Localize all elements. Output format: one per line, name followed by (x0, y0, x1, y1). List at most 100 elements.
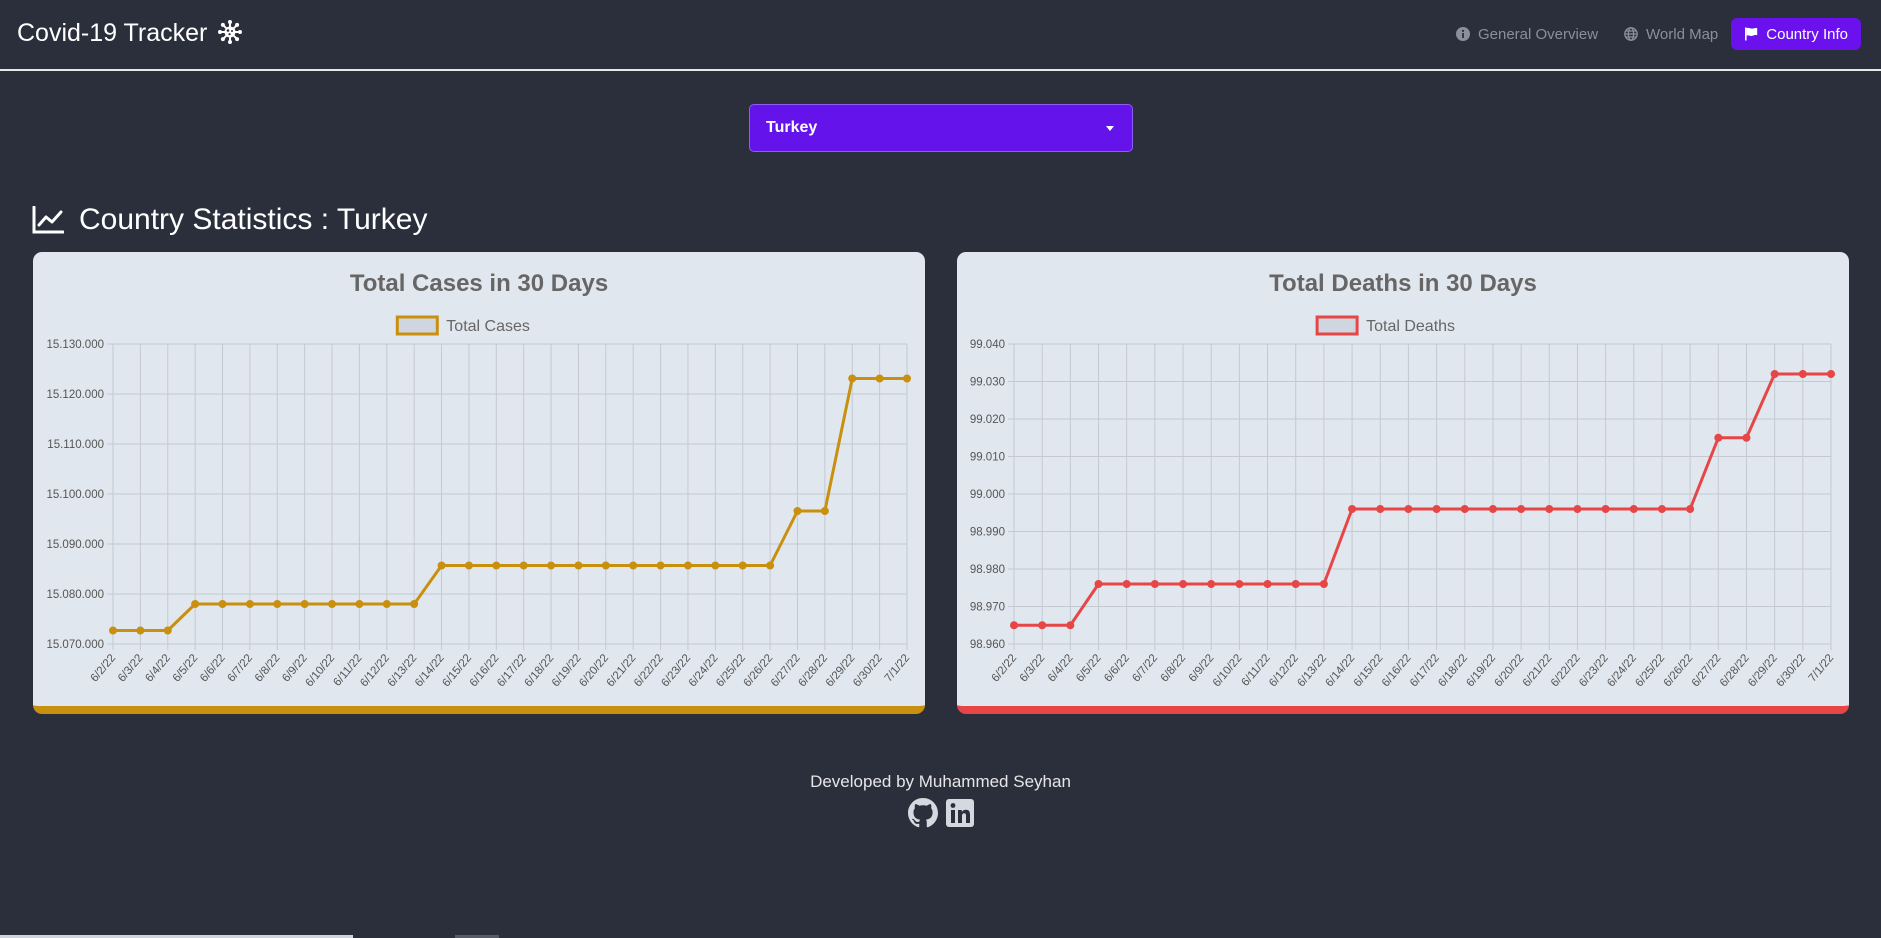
nav-country-info[interactable]: Country Info (1731, 18, 1861, 50)
x-tick-label: 6/6/22 (198, 652, 228, 684)
legend-swatch[interactable] (395, 315, 439, 336)
data-point[interactable] (1827, 370, 1835, 378)
data-point[interactable] (820, 507, 829, 515)
data-point[interactable] (1460, 505, 1469, 513)
data-point[interactable] (1714, 433, 1723, 442)
data-point[interactable] (382, 600, 391, 608)
data-point[interactable] (793, 507, 802, 515)
deaths-chart-card: Total Deaths in 30 Days Total Deaths 99.04… (957, 252, 1849, 714)
data-point[interactable] (1686, 505, 1695, 513)
data-point[interactable] (1122, 580, 1131, 588)
data-point[interactable] (1657, 505, 1666, 513)
data-point[interactable] (1376, 505, 1385, 513)
x-tick-label: 6/13/22 (1295, 652, 1329, 689)
data-point[interactable] (136, 626, 145, 635)
data-point[interactable] (1573, 505, 1582, 513)
data-point[interactable] (410, 600, 419, 608)
line-chart-icon (32, 206, 64, 234)
data-point[interactable] (766, 561, 775, 570)
data-point[interactable] (437, 561, 446, 570)
nav-world-map[interactable]: World Map (1611, 18, 1731, 50)
data-point[interactable] (1235, 580, 1244, 588)
data-point[interactable] (1066, 621, 1075, 630)
data-point[interactable] (1010, 621, 1018, 630)
data-point[interactable] (492, 561, 501, 570)
data-point[interactable] (1263, 580, 1272, 588)
nav-general-overview-label: General Overview (1477, 25, 1599, 43)
x-tick-label: 6/23/22 (1577, 652, 1611, 689)
data-point[interactable] (738, 561, 747, 570)
app-brand[interactable]: Covid-19 Tracker (17, 19, 243, 51)
country-select[interactable]: Turkey (749, 104, 1133, 152)
data-point[interactable] (547, 561, 556, 570)
data-point[interactable] (1179, 580, 1188, 588)
x-tick-label: 6/19/22 (1464, 652, 1498, 689)
data-point[interactable] (1404, 505, 1413, 513)
data-point[interactable] (1038, 621, 1047, 630)
y-tick-label: 15.120.000 (46, 389, 104, 401)
nav-general-overview[interactable]: General Overview (1443, 18, 1611, 50)
data-point[interactable] (711, 561, 720, 570)
data-point[interactable] (1432, 505, 1441, 513)
x-tick-label: 6/28/22 (1718, 652, 1752, 689)
data-point[interactable] (1517, 505, 1526, 513)
y-tick-label: 15.070.000 (46, 639, 104, 651)
data-point[interactable] (875, 374, 884, 383)
data-point[interactable] (191, 600, 200, 608)
data-point[interactable] (683, 561, 692, 570)
data-point[interactable] (218, 600, 227, 608)
x-tick-label: 6/2/22 (990, 652, 1020, 684)
y-tick-label: 99.030 (970, 377, 1005, 389)
data-point[interactable] (109, 626, 117, 635)
data-point[interactable] (355, 600, 364, 608)
info-circle-icon (1455, 27, 1470, 41)
legend-label[interactable]: Total Cases (446, 318, 530, 335)
data-point[interactable] (1488, 505, 1497, 513)
data-point[interactable] (1798, 370, 1807, 378)
data-point[interactable] (464, 561, 473, 570)
x-tick-label: 6/16/22 (1380, 652, 1414, 689)
data-point[interactable] (1319, 580, 1328, 588)
x-tick-label: 6/18/22 (1436, 652, 1470, 689)
github-icon[interactable] (908, 798, 938, 833)
caret-down-icon (1106, 126, 1114, 131)
section-title-text: Country Statistics : Turkey (79, 203, 428, 236)
data-point[interactable] (1291, 580, 1300, 588)
data-point[interactable] (1742, 433, 1751, 442)
x-tick-label: 7/1/22 (1807, 652, 1837, 684)
x-tick-label: 6/6/22 (1102, 652, 1132, 684)
data-point[interactable] (1150, 580, 1159, 588)
data-point[interactable] (1207, 580, 1216, 588)
data-point[interactable] (1094, 580, 1103, 588)
data-point[interactable] (903, 374, 911, 383)
series-line (1014, 372, 1831, 627)
data-point[interactable] (300, 600, 309, 608)
data-point[interactable] (519, 561, 528, 570)
data-point[interactable] (1348, 505, 1357, 513)
series-line (113, 377, 907, 632)
data-point[interactable] (1629, 505, 1638, 513)
linkedin-icon[interactable] (946, 798, 974, 833)
data-point[interactable] (1601, 505, 1610, 513)
legend-swatch[interactable] (1315, 315, 1359, 336)
y-tick-label: 99.020 (970, 414, 1005, 426)
data-point[interactable] (601, 561, 610, 570)
footer-text: Developed by Muhammed Seyhan (810, 772, 1071, 791)
data-point[interactable] (848, 374, 857, 383)
x-tick-label: 6/4/22 (1046, 652, 1076, 684)
data-point[interactable] (1770, 370, 1779, 378)
y-tick-label: 98.980 (970, 564, 1005, 576)
data-point[interactable] (574, 561, 583, 570)
data-point[interactable] (328, 600, 337, 608)
legend-label[interactable]: Total Deaths (1366, 318, 1455, 335)
data-point[interactable] (273, 600, 282, 608)
data-point[interactable] (656, 561, 665, 570)
x-tick-label: 6/5/22 (1074, 652, 1104, 684)
x-tick-label: 6/12/22 (1267, 652, 1301, 689)
data-point[interactable] (163, 626, 172, 635)
data-point[interactable] (1545, 505, 1554, 513)
data-point[interactable] (245, 600, 254, 608)
x-tick-label: 6/21/22 (1521, 652, 1555, 689)
data-point[interactable] (629, 561, 638, 570)
y-tick-label: 99.000 (970, 489, 1005, 501)
